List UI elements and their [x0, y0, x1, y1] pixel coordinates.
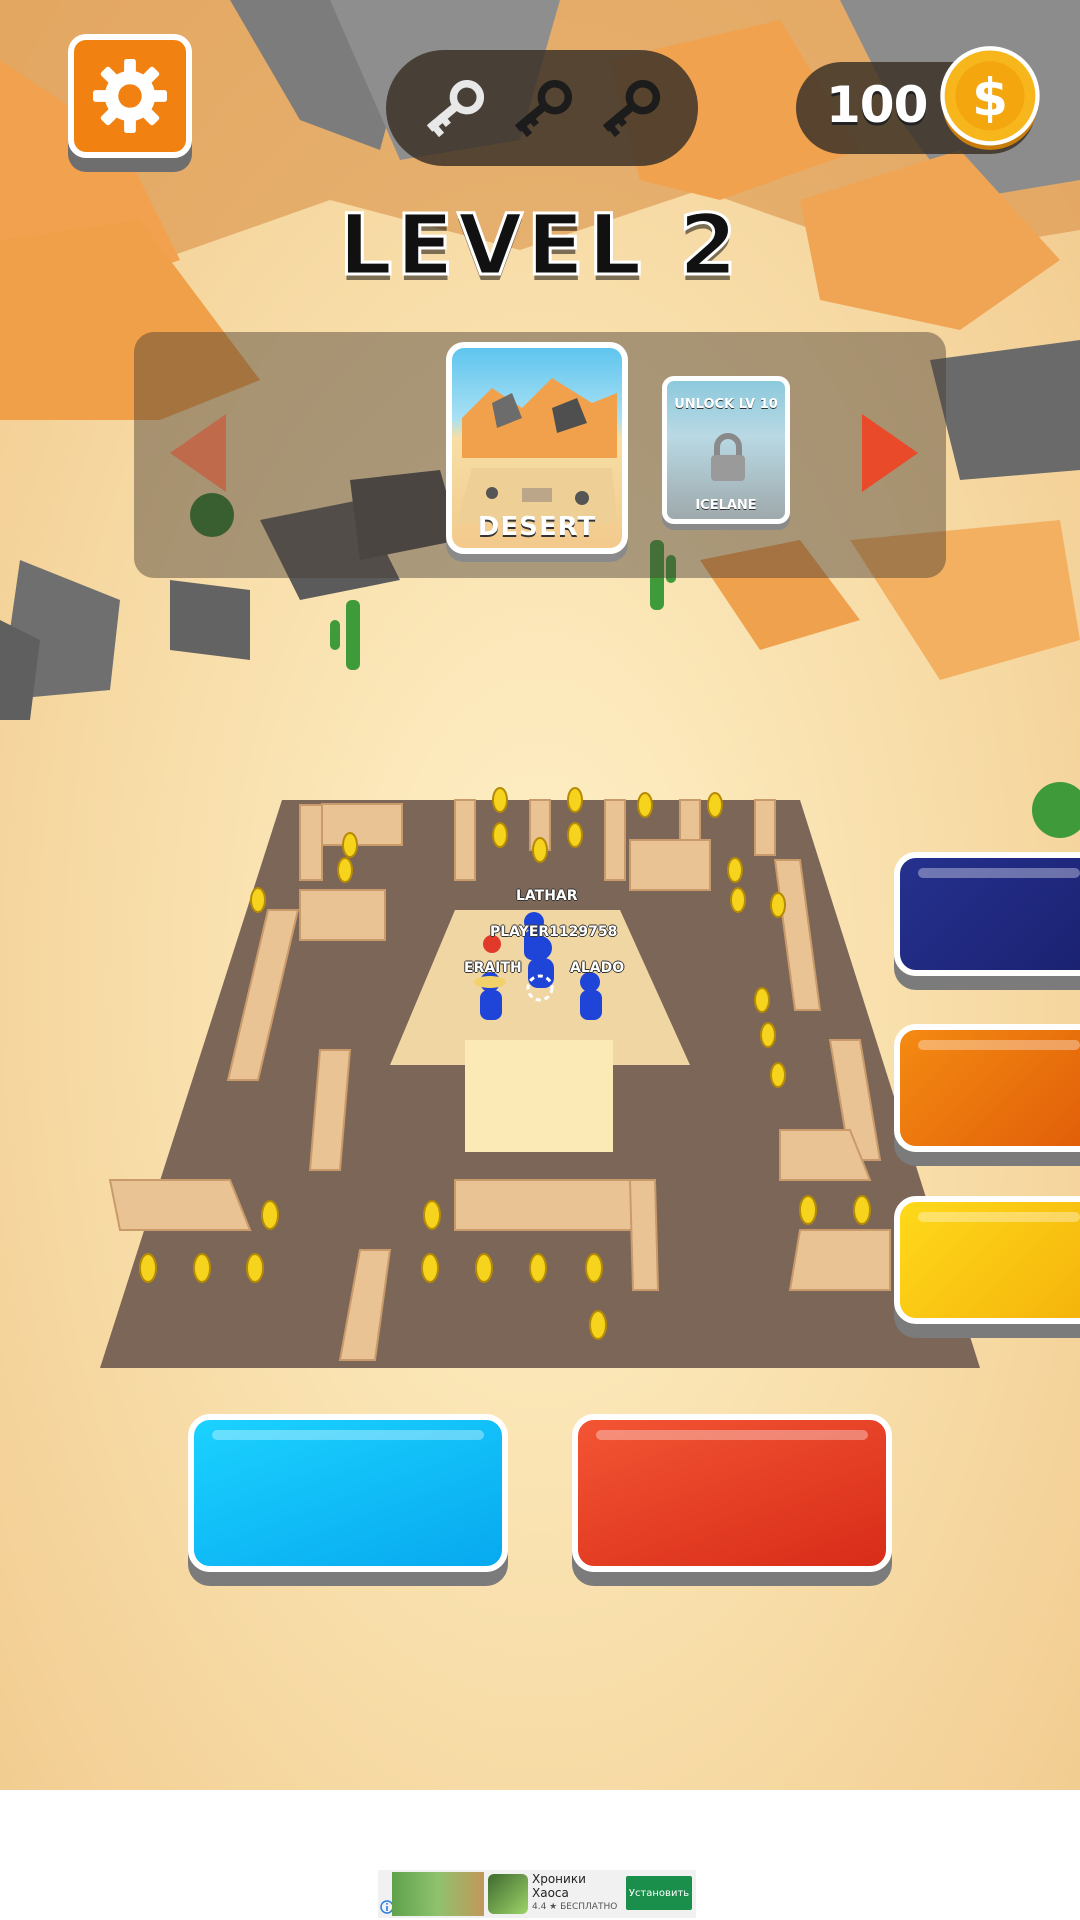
- ad-banner[interactable]: Хроники Хаоса 4.4 ★ БЕСПЛАТНО Установить: [378, 1870, 696, 1918]
- color-button-blue[interactable]: [188, 1414, 508, 1572]
- map-selector: DESERT UNLOCK LV 10 ICELANE: [134, 332, 946, 578]
- player-tag-lathar: LATHAR: [516, 888, 578, 904]
- map-card-icelane-locked[interactable]: UNLOCK LV 10 ICELANE: [662, 376, 790, 524]
- keys-panel: [386, 50, 698, 166]
- coin-icon: $: [940, 46, 1040, 150]
- lock-icon: [711, 433, 745, 481]
- arrow-right-icon[interactable]: [854, 408, 924, 498]
- settings-button[interactable]: [68, 34, 192, 158]
- gear-icon: [93, 59, 167, 133]
- map-icelane-lock-text: UNLOCK LV 10: [674, 397, 778, 412]
- color-button-red[interactable]: [572, 1414, 892, 1572]
- ad-title: Хроники Хаоса: [532, 1872, 586, 1900]
- color-button-orange[interactable]: [894, 1024, 1080, 1152]
- coin-count: 100: [826, 76, 928, 134]
- player-tag-eraith: ERAITH: [464, 960, 522, 976]
- ad-app-icon: [488, 1874, 528, 1914]
- map-desert-label: DESERT: [477, 512, 597, 542]
- ad-install-button[interactable]: Установить: [626, 1876, 692, 1910]
- svg-text:$: $: [972, 68, 1008, 128]
- player-tag-main: PLAYER1129758: [490, 924, 618, 940]
- map-icelane-label: ICELANE: [695, 498, 757, 513]
- game-screen: LATHAR PLAYER1129758 ERAITH ALADO 100 $ …: [0, 0, 1080, 1920]
- color-button-navy[interactable]: [894, 852, 1080, 976]
- arrow-left-icon[interactable]: [164, 408, 234, 498]
- map-card-desert[interactable]: DESERT: [446, 342, 628, 554]
- level-title: LEVEL 2: [337, 195, 742, 296]
- key-icon-empty: [514, 79, 573, 138]
- ad-image: [392, 1872, 484, 1916]
- key-icon-empty: [602, 79, 661, 138]
- color-button-yellow[interactable]: [894, 1196, 1080, 1324]
- ad-rating: 4.4 ★ БЕСПЛАТНО: [532, 1902, 618, 1912]
- player-tag-alado: ALADO: [570, 960, 625, 976]
- key-icon-collected: [426, 79, 485, 138]
